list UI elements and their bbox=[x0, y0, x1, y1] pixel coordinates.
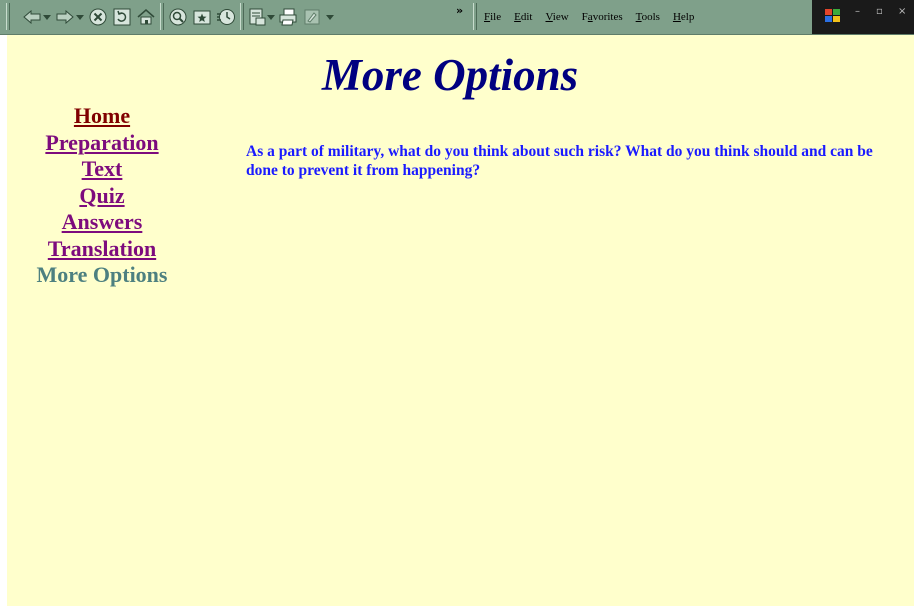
edit-icon[interactable] bbox=[302, 7, 322, 27]
print-icon[interactable] bbox=[278, 7, 298, 27]
back-dropdown-icon[interactable] bbox=[42, 8, 52, 26]
back-icon[interactable] bbox=[22, 7, 42, 27]
toolbar-grip[interactable] bbox=[6, 3, 10, 30]
mail-icon[interactable] bbox=[247, 7, 267, 27]
forward-icon[interactable] bbox=[55, 7, 75, 27]
nav-link-preparation[interactable]: Preparation bbox=[7, 130, 197, 157]
menu-view[interactable]: View bbox=[545, 11, 568, 23]
page-title: More Options bbox=[321, 50, 579, 100]
menu-edit[interactable]: Edit bbox=[514, 11, 532, 23]
page-content: More Options Home Preparation Text Quiz … bbox=[7, 35, 914, 606]
minimize-icon[interactable]: – bbox=[855, 6, 860, 17]
menu-file[interactable]: File bbox=[484, 11, 501, 23]
search-icon[interactable] bbox=[168, 7, 188, 27]
toolbar-overflow-chevron[interactable]: » bbox=[456, 4, 463, 17]
edit-dropdown-icon[interactable] bbox=[325, 8, 335, 26]
toolbar-separator bbox=[240, 3, 244, 30]
windows-logo-area: – ▫ × bbox=[812, 0, 914, 34]
favorites-icon[interactable] bbox=[192, 7, 212, 27]
browser-toolbar: » File Edit View Favorites Tools Help – … bbox=[0, 0, 914, 35]
close-icon[interactable]: × bbox=[898, 6, 906, 17]
toolbar-separator bbox=[160, 3, 164, 30]
toolbar-separator bbox=[473, 3, 477, 30]
stop-icon[interactable] bbox=[88, 7, 108, 27]
home-icon[interactable] bbox=[136, 7, 156, 27]
forward-dropdown-icon[interactable] bbox=[75, 8, 85, 26]
discussion-question: As a part of military, what do you think… bbox=[246, 143, 873, 179]
nav-link-text[interactable]: Text bbox=[7, 156, 197, 183]
refresh-icon[interactable] bbox=[112, 7, 132, 27]
menu-bar: File Edit View Favorites Tools Help bbox=[484, 0, 707, 34]
menu-tools[interactable]: Tools bbox=[636, 11, 660, 23]
nav-link-translation[interactable]: Translation bbox=[7, 236, 197, 263]
restore-icon[interactable]: ▫ bbox=[876, 6, 883, 17]
nav-link-home[interactable]: Home bbox=[7, 103, 197, 130]
mail-dropdown-icon[interactable] bbox=[266, 8, 276, 26]
history-icon[interactable] bbox=[216, 7, 236, 27]
side-navigation: Home Preparation Text Quiz Answers Trans… bbox=[7, 103, 197, 289]
nav-link-answers[interactable]: Answers bbox=[7, 209, 197, 236]
nav-current-more-options: More Options bbox=[36, 262, 168, 287]
menu-help[interactable]: Help bbox=[673, 11, 694, 23]
nav-link-quiz[interactable]: Quiz bbox=[7, 183, 197, 210]
menu-favorites[interactable]: Favorites bbox=[582, 11, 623, 23]
windows-flag-icon bbox=[824, 8, 842, 29]
